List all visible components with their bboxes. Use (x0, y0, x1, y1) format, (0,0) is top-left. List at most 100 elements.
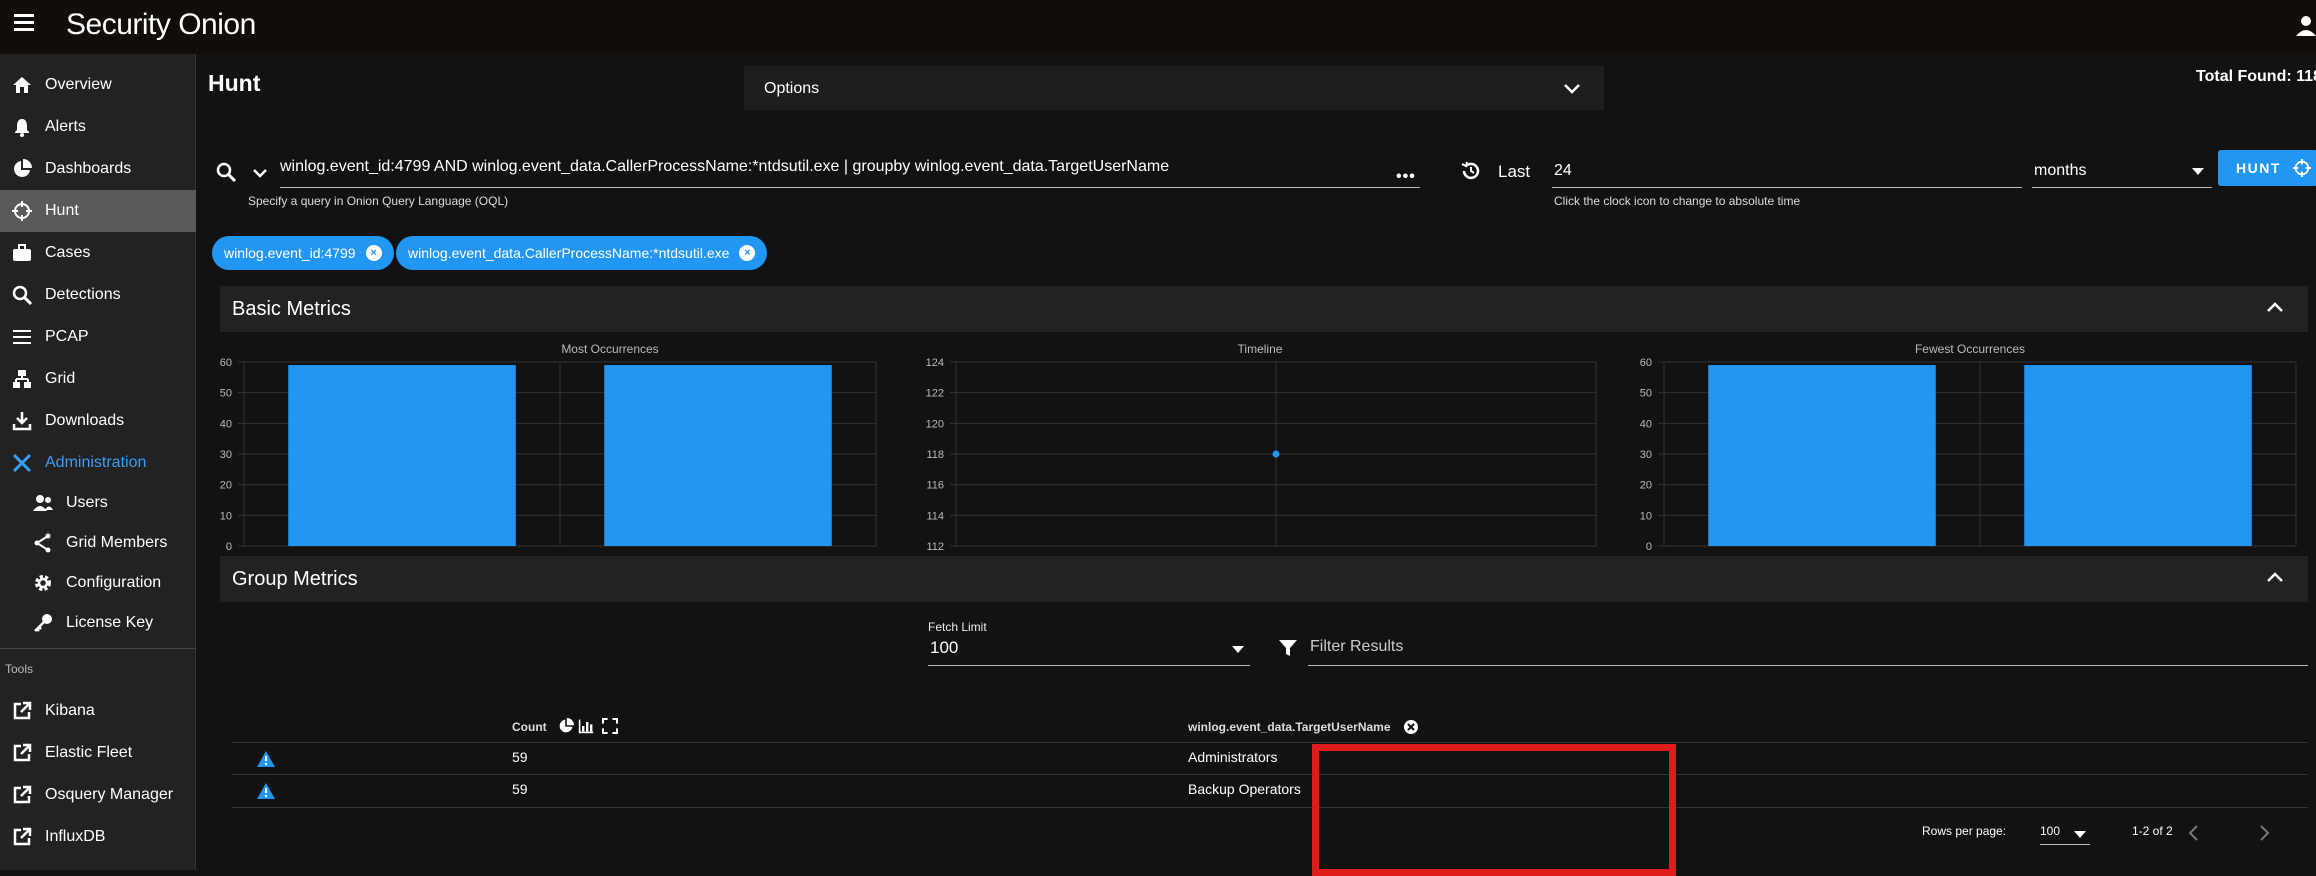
remove-column-icon[interactable] (1404, 720, 1418, 734)
warning-icon[interactable] (256, 782, 276, 800)
sidebar: Overview Alerts Dashboards Hunt Cases De… (0, 54, 196, 870)
dropdown-arrow-icon[interactable] (1232, 646, 1244, 653)
sidebar-item-influxdb[interactable]: InfluxDB (0, 816, 196, 858)
y-tick-label: 122 (926, 388, 944, 400)
sidebar-item-label: Overview (45, 76, 112, 93)
user-icon[interactable] (2296, 14, 2316, 38)
filter-results-input[interactable] (1308, 626, 2308, 666)
basic-metrics-header[interactable]: Basic Metrics (220, 286, 2308, 332)
panel-title: Basic Metrics (232, 298, 351, 320)
sidebar-item-alerts[interactable]: Alerts (0, 106, 196, 148)
close-icon[interactable]: × (365, 245, 382, 261)
fullscreen-icon[interactable] (602, 718, 618, 734)
sidebar-item-label: Administration (45, 454, 147, 471)
sidebar-divider (0, 648, 196, 649)
sidebar-item-kibana[interactable]: Kibana (0, 690, 196, 732)
sidebar-item-label: Kibana (45, 702, 95, 719)
warning-icon[interactable] (256, 750, 276, 768)
main-content: Hunt Options Total Found: 118 winlog.eve… (196, 54, 2316, 876)
filter-chip[interactable]: winlog.event_data.CallerProcessName:*ntd… (396, 236, 768, 270)
options-label: Options (764, 80, 820, 97)
chevron-right-icon[interactable] (2258, 824, 2272, 842)
list-icon (13, 330, 31, 344)
sidebar-item-label: PCAP (45, 328, 89, 345)
y-tick-label: 40 (1640, 418, 1652, 430)
clock-history-icon[interactable] (1460, 160, 1482, 182)
sidebar-item-users[interactable]: Users (0, 482, 196, 524)
column-header-count[interactable]: Count (512, 720, 547, 734)
table-divider (232, 774, 2308, 775)
y-tick-label: 50 (220, 388, 232, 400)
sidebar-item-administration[interactable]: Administration (0, 442, 196, 484)
sidebar-item-grid-members[interactable]: Grid Members (0, 522, 196, 564)
sidebar-item-hunt[interactable]: Hunt (0, 190, 196, 232)
group-metrics-header[interactable]: Group Metrics (220, 556, 2308, 602)
y-tick-label: 30 (1640, 449, 1652, 461)
sidebar-item-label: License Key (66, 614, 154, 631)
sidebar-item-dashboards[interactable]: Dashboards (0, 148, 196, 190)
external-link-icon (13, 785, 32, 804)
sidebar-item-cases[interactable]: Cases (0, 232, 196, 274)
y-tick-label: 118 (926, 449, 944, 461)
y-tick-label: 120 (926, 418, 944, 430)
last-label: Last (1498, 162, 1531, 181)
pagination-range: 1-2 of 2 (2132, 824, 2173, 838)
briefcase-icon (13, 244, 31, 261)
duration-input[interactable] (1552, 154, 2022, 188)
filter-chip[interactable]: winlog.event_id:4799 × (212, 236, 394, 270)
sidebar-item-configuration[interactable]: Configuration (0, 562, 196, 604)
value-cell[interactable]: Backup Operators (1188, 781, 1301, 797)
rows-per-page-value[interactable]: 100 (2040, 824, 2060, 838)
hunt-button[interactable]: HUNT (2218, 150, 2316, 186)
fetch-limit-label: Fetch Limit (928, 620, 987, 634)
chevron-down-icon[interactable] (253, 168, 267, 178)
value-cell[interactable]: Administrators (1188, 749, 1277, 765)
sidebar-item-osquery-manager[interactable]: Osquery Manager (0, 774, 196, 816)
sidebar-item-license-key[interactable]: License Key (0, 602, 196, 644)
sidebar-item-elastic-fleet[interactable]: Elastic Fleet (0, 732, 196, 774)
y-tick-label: 0 (226, 541, 232, 553)
search-icon[interactable] (216, 162, 236, 182)
pie-chart-icon[interactable] (558, 718, 574, 734)
tools-icon (12, 453, 32, 473)
sidebar-item-downloads[interactable]: Downloads (0, 400, 196, 442)
home-icon (13, 77, 31, 93)
count-cell: 59 (512, 781, 528, 797)
fetch-limit-select[interactable] (928, 636, 1250, 666)
y-tick-label: 20 (1640, 480, 1652, 492)
column-header-field[interactable]: winlog.event_data.TargetUserName (1188, 720, 1391, 734)
filter-icon (1279, 640, 1297, 656)
menu-icon[interactable] (14, 14, 34, 34)
more-icon[interactable]: ••• (1396, 168, 1416, 186)
sidebar-item-label: Elastic Fleet (45, 744, 133, 761)
dropdown-arrow-icon[interactable] (2074, 831, 2086, 838)
bar-chart-icon[interactable] (578, 718, 594, 734)
sidebar-item-label: Configuration (66, 574, 162, 591)
options-panel[interactable]: Options (744, 66, 1604, 110)
sidebar-item-overview[interactable]: Overview (0, 64, 196, 106)
dropdown-arrow-icon[interactable] (2192, 168, 2204, 175)
sidebar-item-label: Alerts (45, 118, 86, 135)
y-tick-label: 10 (1640, 510, 1652, 522)
app-logo: Security Onion (66, 8, 256, 41)
y-tick-label: 60 (1640, 357, 1652, 369)
close-icon[interactable]: × (739, 245, 756, 261)
chevron-up-icon[interactable] (2266, 300, 2284, 314)
chevron-up-icon[interactable] (2266, 570, 2284, 584)
total-found: Total Found: 118 (2196, 68, 2316, 85)
sidebar-item-label: Grid (45, 370, 76, 387)
y-tick-label: 112 (926, 541, 944, 553)
fetch-limit-value: 100 (930, 638, 959, 657)
pie-icon (14, 159, 32, 177)
chip-label: winlog.event_id:4799 (224, 245, 356, 261)
sidebar-item-grid[interactable]: Grid (0, 358, 196, 400)
chevron-left-icon[interactable] (2186, 824, 2200, 842)
chevron-down-icon[interactable] (1562, 78, 1582, 98)
external-link-icon (13, 743, 32, 762)
sidebar-item-label: Osquery Manager (45, 786, 174, 803)
bell-icon (15, 119, 29, 137)
sidebar-item-detections[interactable]: Detections (0, 274, 196, 316)
sidebar-item-pcap[interactable]: PCAP (0, 316, 196, 358)
filter-placeholder: Filter Results (1310, 638, 1404, 655)
bar (604, 365, 832, 546)
